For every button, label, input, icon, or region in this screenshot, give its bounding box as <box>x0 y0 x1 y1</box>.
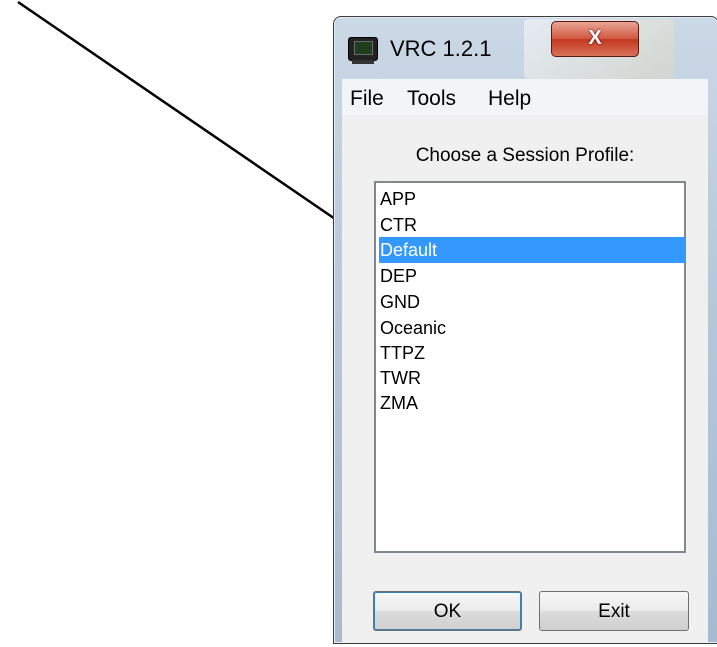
close-icon: X <box>588 27 602 49</box>
title-bar[interactable]: VRC 1.2.1 X <box>334 17 717 79</box>
session-profile-list[interactable]: APP CTR Default DEP GND Oceanic TTPZ TWR… <box>374 181 686 553</box>
menu-tools[interactable]: Tools <box>407 87 456 111</box>
menu-bar: File Tools Help <box>342 79 708 116</box>
annotation-arrow-line <box>17 0 365 239</box>
list-item-oceanic[interactable]: Oceanic <box>379 315 685 341</box>
radar-monitor-icon <box>348 37 378 64</box>
list-item-default[interactable]: Default <box>379 237 685 263</box>
ok-button[interactable]: OK <box>373 591 522 631</box>
dialog-body: Choose a Session Profile: APP CTR Defaul… <box>342 115 708 643</box>
list-item-twr[interactable]: TWR <box>379 365 685 391</box>
menu-file[interactable]: File <box>350 87 384 111</box>
list-item-gnd[interactable]: GND <box>379 289 685 315</box>
list-item-app[interactable]: APP <box>379 186 685 212</box>
list-item-ttpz[interactable]: TTPZ <box>379 340 685 366</box>
list-item-dep[interactable]: DEP <box>379 263 685 289</box>
window-title: VRC 1.2.1 <box>390 36 492 61</box>
list-item-zma[interactable]: ZMA <box>379 390 685 416</box>
list-item-ctr[interactable]: CTR <box>379 212 685 238</box>
menu-help[interactable]: Help <box>488 87 531 111</box>
vrc-window: VRC 1.2.1 X File Tools Help Choose a Ses… <box>333 16 717 644</box>
close-button[interactable]: X <box>551 21 639 57</box>
exit-button[interactable]: Exit <box>539 591 689 631</box>
session-profile-prompt: Choose a Session Profile: <box>415 145 635 166</box>
